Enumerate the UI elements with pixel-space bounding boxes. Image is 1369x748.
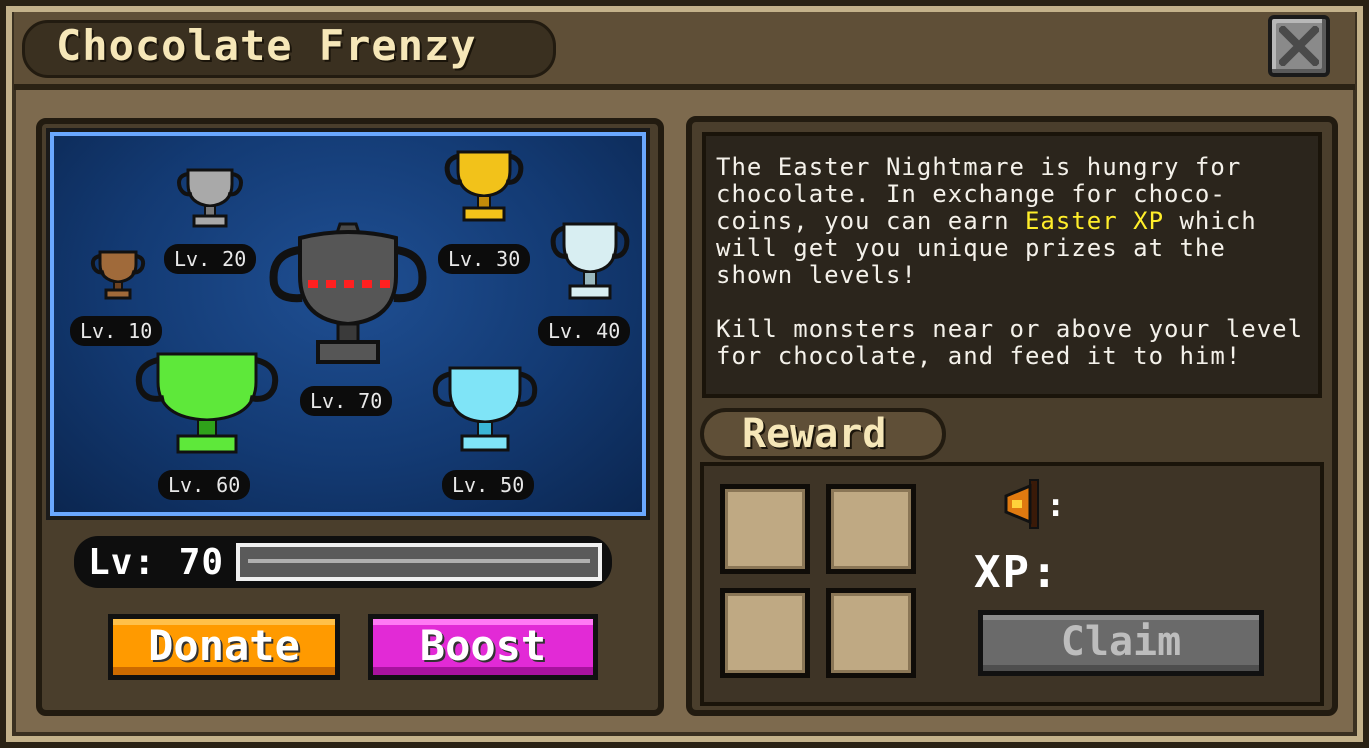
- trophy-level-label: Lv. 10: [70, 316, 163, 346]
- trophy-level-label: Lv. 40: [538, 316, 631, 346]
- reward-slot[interactable]: [826, 484, 916, 574]
- claim-button[interactable]: Claim: [978, 610, 1264, 676]
- level-progress-bar: [236, 543, 602, 581]
- nightmare-trophy-icon: [269, 222, 427, 364]
- progress-highlight: [248, 559, 590, 563]
- coin-reward-value: :: [1046, 486, 1066, 524]
- chocolate-coin-icon: [1004, 479, 1039, 529]
- reward-heading: Reward: [742, 411, 887, 457]
- donate-button[interactable]: Donate: [108, 614, 340, 680]
- xp-reward-label: XP:: [974, 547, 1060, 598]
- boost-button[interactable]: Boost: [368, 614, 598, 680]
- reward-slot[interactable]: [720, 484, 810, 574]
- level-text: Lv: 70: [88, 542, 225, 583]
- window-title: Chocolate Frenzy: [56, 21, 477, 70]
- trophy-level-label: Lv. 20: [164, 244, 257, 274]
- easter-xp-highlight: Easter XP: [1024, 207, 1165, 235]
- close-x-icon: [1279, 26, 1319, 66]
- reward-slot[interactable]: [826, 588, 916, 678]
- trophy-level-label: Lv. 60: [158, 470, 251, 500]
- description-text: The Easter Nightmare is hungry for choco…: [716, 154, 1316, 397]
- diamond-trophy-icon: [432, 366, 538, 452]
- bronze-trophy-icon: [90, 250, 146, 300]
- platinum-trophy-icon: [550, 222, 630, 300]
- description-instructions: Kill monsters near or above your level f…: [716, 315, 1304, 370]
- trophy-level-label: Lv. 70: [300, 386, 393, 416]
- trophy-board: Lv. 10 Lv. 20 Lv. 30 Lv. 40 Lv. 50 Lv. 6…: [46, 128, 650, 520]
- trophy-level-label: Lv. 50: [442, 470, 535, 500]
- trophy-level-label: Lv. 30: [438, 244, 531, 274]
- close-button[interactable]: [1268, 15, 1330, 77]
- reward-slot[interactable]: [720, 588, 810, 678]
- gold-trophy-icon: [444, 150, 524, 222]
- silver-trophy-icon: [177, 168, 243, 228]
